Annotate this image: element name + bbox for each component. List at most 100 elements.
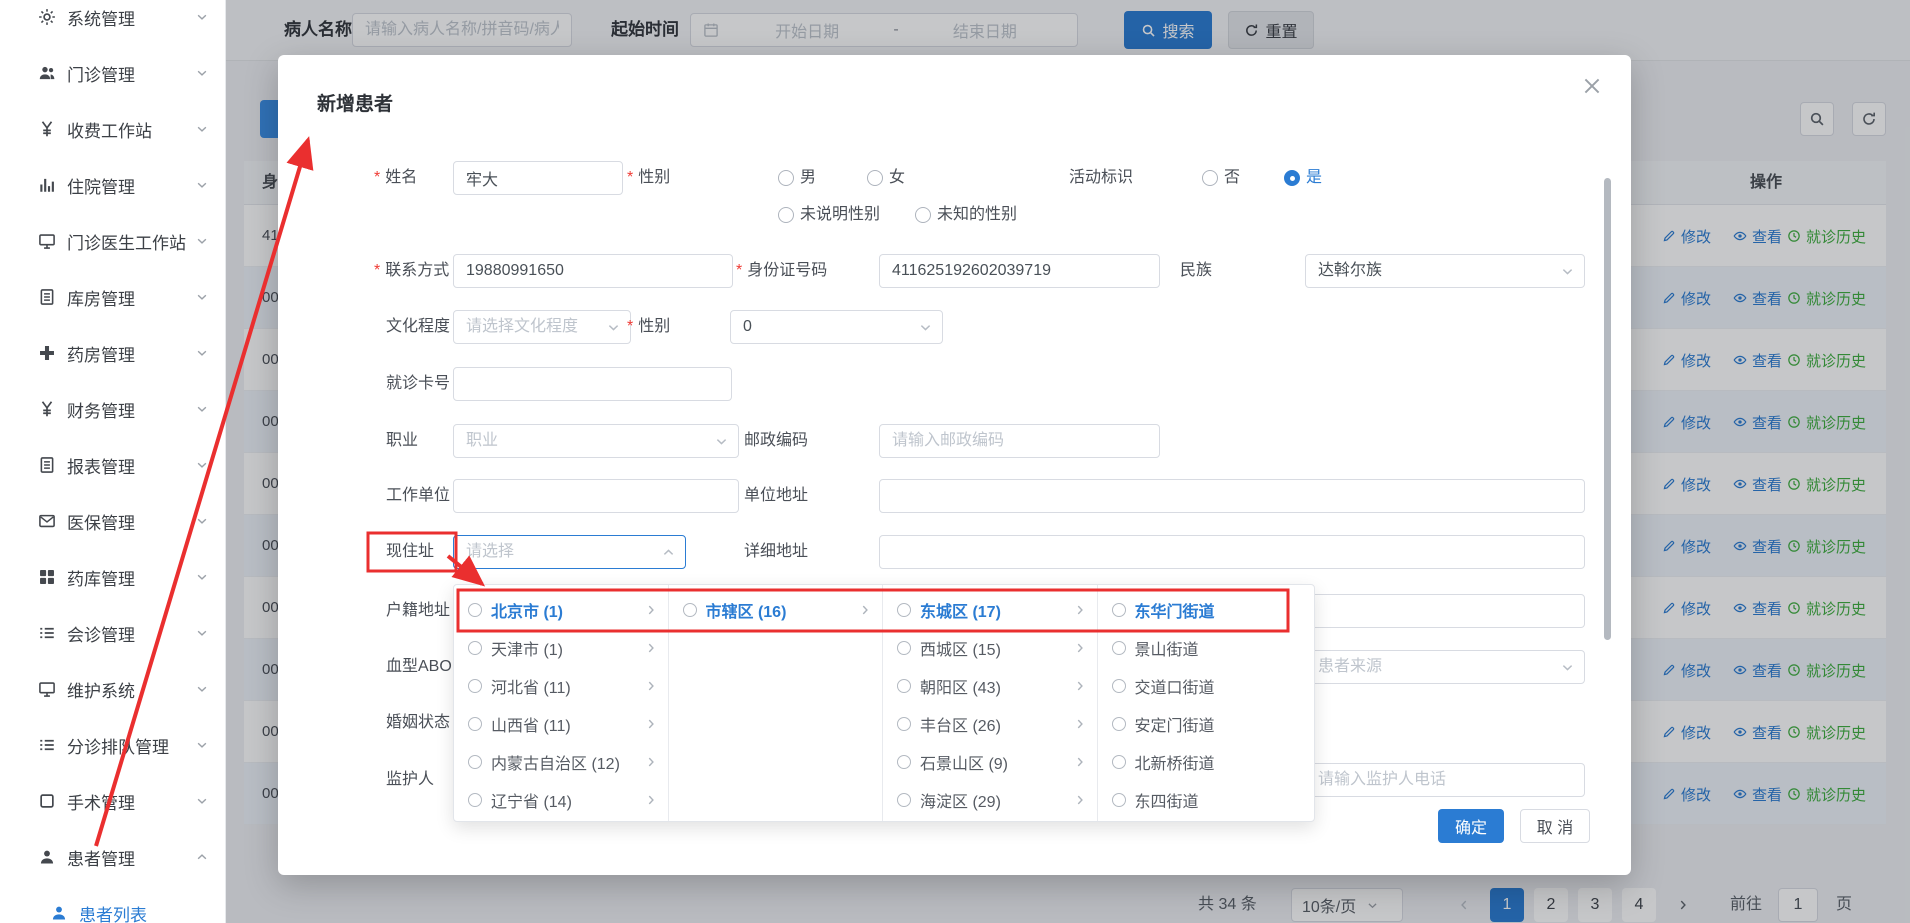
cascader-option[interactable]: 东四街道 bbox=[1098, 781, 1315, 819]
sidebar-item-system[interactable]: 系统管理 bbox=[0, 0, 225, 45]
cascader-option[interactable]: 安定门街道 bbox=[1098, 705, 1315, 743]
detail-address-input[interactable] bbox=[879, 535, 1585, 569]
cascader-option[interactable]: 石景山区 (9) bbox=[883, 743, 1097, 781]
contact-input[interactable] bbox=[453, 254, 733, 288]
id-number-input[interactable] bbox=[879, 254, 1160, 288]
cascader-city-column: 市辖区 (16) bbox=[669, 585, 884, 821]
radio-icon[interactable] bbox=[897, 793, 911, 807]
gender-unstated-radio[interactable] bbox=[778, 207, 794, 223]
active-yes-label[interactable]: 是 bbox=[1306, 161, 1322, 195]
work-unit-input[interactable] bbox=[453, 479, 739, 513]
sidebar-item-finance[interactable]: 财务管理 bbox=[0, 381, 225, 437]
radio-icon[interactable] bbox=[897, 603, 911, 617]
name-input[interactable] bbox=[453, 161, 623, 195]
radio-icon[interactable] bbox=[468, 641, 482, 655]
sidebar-item-warehouse[interactable]: 库房管理 bbox=[0, 269, 225, 325]
cascader-option[interactable]: 河北省 (11) bbox=[454, 667, 668, 705]
radio-icon[interactable] bbox=[683, 603, 697, 617]
cascader-option[interactable]: 北新桥街道 bbox=[1098, 743, 1315, 781]
education-select[interactable]: 请选择文化程度 bbox=[453, 310, 631, 344]
radio-icon[interactable] bbox=[1112, 679, 1126, 693]
radio-icon[interactable] bbox=[1112, 755, 1126, 769]
sidebar-item-consultation[interactable]: 会诊管理 bbox=[0, 605, 225, 661]
occupation-select[interactable]: 职业 bbox=[453, 424, 739, 458]
cascader-option[interactable]: 西城区 (15) bbox=[883, 629, 1097, 667]
gender2-select[interactable]: 0 bbox=[730, 310, 943, 344]
gender-unknown-label[interactable]: 未知的性别 bbox=[937, 198, 1017, 232]
radio-icon[interactable] bbox=[1112, 603, 1126, 617]
work-address-input[interactable] bbox=[879, 479, 1585, 513]
radio-icon[interactable] bbox=[468, 603, 482, 617]
sidebar-item-inpatient[interactable]: 住院管理 bbox=[0, 157, 225, 213]
gender-unknown-radio[interactable] bbox=[915, 207, 931, 223]
ethnicity-select[interactable]: 达斡尔族 bbox=[1305, 254, 1585, 288]
cascader-option[interactable]: 内蒙古自治区 (12) bbox=[454, 743, 668, 781]
patient-source-select[interactable]: 患者来源 bbox=[1305, 650, 1585, 684]
radio-icon[interactable] bbox=[897, 755, 911, 769]
radio-icon[interactable] bbox=[468, 679, 482, 693]
cascader-option[interactable]: 辽宁省 (14) bbox=[454, 781, 668, 819]
gender2-value: 0 bbox=[743, 318, 752, 335]
chevron-right-icon bbox=[1073, 755, 1087, 769]
radio-icon[interactable] bbox=[468, 717, 482, 731]
active-no-label[interactable]: 否 bbox=[1224, 161, 1240, 195]
gender-male-radio[interactable] bbox=[778, 170, 794, 186]
gender2-label: 性别 bbox=[627, 310, 670, 344]
sidebar-item-maintenance[interactable]: 维护系统 bbox=[0, 661, 225, 717]
cascader-option-label: 市辖区 (16) bbox=[706, 598, 859, 622]
cascader-option-label: 景山街道 bbox=[1135, 636, 1305, 660]
guardian-phone-input[interactable] bbox=[1305, 763, 1585, 797]
sidebar-item-label: 医保管理 bbox=[67, 509, 195, 534]
sidebar-item-outpatient-doctor-station[interactable]: 门诊医生工作站 bbox=[0, 213, 225, 269]
active-yes-radio[interactable] bbox=[1284, 170, 1300, 186]
radio-icon[interactable] bbox=[1112, 793, 1126, 807]
current-address-select[interactable]: 请选择 bbox=[453, 535, 686, 569]
sidebar-item-triage-queue[interactable]: 分诊排队管理 bbox=[0, 717, 225, 773]
sidebar-item-outpatient[interactable]: 门诊管理 bbox=[0, 45, 225, 101]
visit-card-input[interactable] bbox=[453, 367, 732, 401]
gender-male-label[interactable]: 男 bbox=[800, 161, 816, 195]
cascader-option[interactable]: 山西省 (11) bbox=[454, 705, 668, 743]
sidebar-item-patient-list[interactable]: 患者列表 bbox=[0, 885, 225, 923]
cascader-option[interactable]: 景山街道 bbox=[1098, 629, 1315, 667]
radio-icon[interactable] bbox=[897, 679, 911, 693]
yen-icon bbox=[38, 400, 56, 418]
cascader-option[interactable]: 海淀区 (29) bbox=[883, 781, 1097, 819]
chevron-down-icon bbox=[195, 234, 209, 248]
sidebar-item-charging-station[interactable]: 收费工作站 bbox=[0, 101, 225, 157]
registered-address-extra-input[interactable] bbox=[1305, 594, 1585, 628]
current-address-placeholder: 请选择 bbox=[466, 543, 514, 560]
cascader-option[interactable]: 东华门街道 bbox=[1098, 591, 1315, 629]
cancel-button[interactable]: 取 消 bbox=[1520, 809, 1590, 843]
cascader-option[interactable]: 丰台区 (26) bbox=[883, 705, 1097, 743]
radio-icon[interactable] bbox=[897, 641, 911, 655]
sidebar-item-pharmacy[interactable]: 药房管理 bbox=[0, 325, 225, 381]
radio-icon[interactable] bbox=[1112, 717, 1126, 731]
chevron-down-icon bbox=[1560, 660, 1575, 675]
confirm-button[interactable]: 确定 bbox=[1438, 809, 1504, 843]
sidebar-item-drug-storage[interactable]: 药库管理 bbox=[0, 549, 225, 605]
gender-female-radio[interactable] bbox=[867, 170, 883, 186]
active-no-radio[interactable] bbox=[1202, 170, 1218, 186]
cascader-option[interactable]: 天津市 (1) bbox=[454, 629, 668, 667]
sidebar-item-reports[interactable]: 报表管理 bbox=[0, 437, 225, 493]
cascader-option[interactable]: 交道口街道 bbox=[1098, 667, 1315, 705]
sidebar-item-patient[interactable]: 患者管理 bbox=[0, 829, 225, 885]
modal-scrollbar[interactable] bbox=[1604, 178, 1611, 640]
cascader-option[interactable]: 市辖区 (16) bbox=[669, 591, 883, 629]
postal-code-input[interactable] bbox=[879, 424, 1160, 458]
cascader-option[interactable]: 北京市 (1) bbox=[454, 591, 668, 629]
radio-icon[interactable] bbox=[1112, 641, 1126, 655]
gender-unstated-label[interactable]: 未说明性别 bbox=[800, 198, 880, 232]
cascader-option[interactable]: 朝阳区 (43) bbox=[883, 667, 1097, 705]
close-icon[interactable] bbox=[1581, 75, 1603, 97]
sidebar-item-surgery[interactable]: 手术管理 bbox=[0, 773, 225, 829]
sidebar-item-medical-insurance[interactable]: 医保管理 bbox=[0, 493, 225, 549]
radio-icon[interactable] bbox=[897, 717, 911, 731]
cascader-option-label: 北新桥街道 bbox=[1135, 750, 1305, 774]
gender-female-label[interactable]: 女 bbox=[889, 161, 905, 195]
cascader-option[interactable]: 东城区 (17) bbox=[883, 591, 1097, 629]
radio-icon[interactable] bbox=[468, 793, 482, 807]
cascader-province-column: 北京市 (1) 天津市 (1) 河北省 (11) 山西省 (11) 内蒙古自治区… bbox=[454, 585, 669, 821]
radio-icon[interactable] bbox=[468, 755, 482, 769]
